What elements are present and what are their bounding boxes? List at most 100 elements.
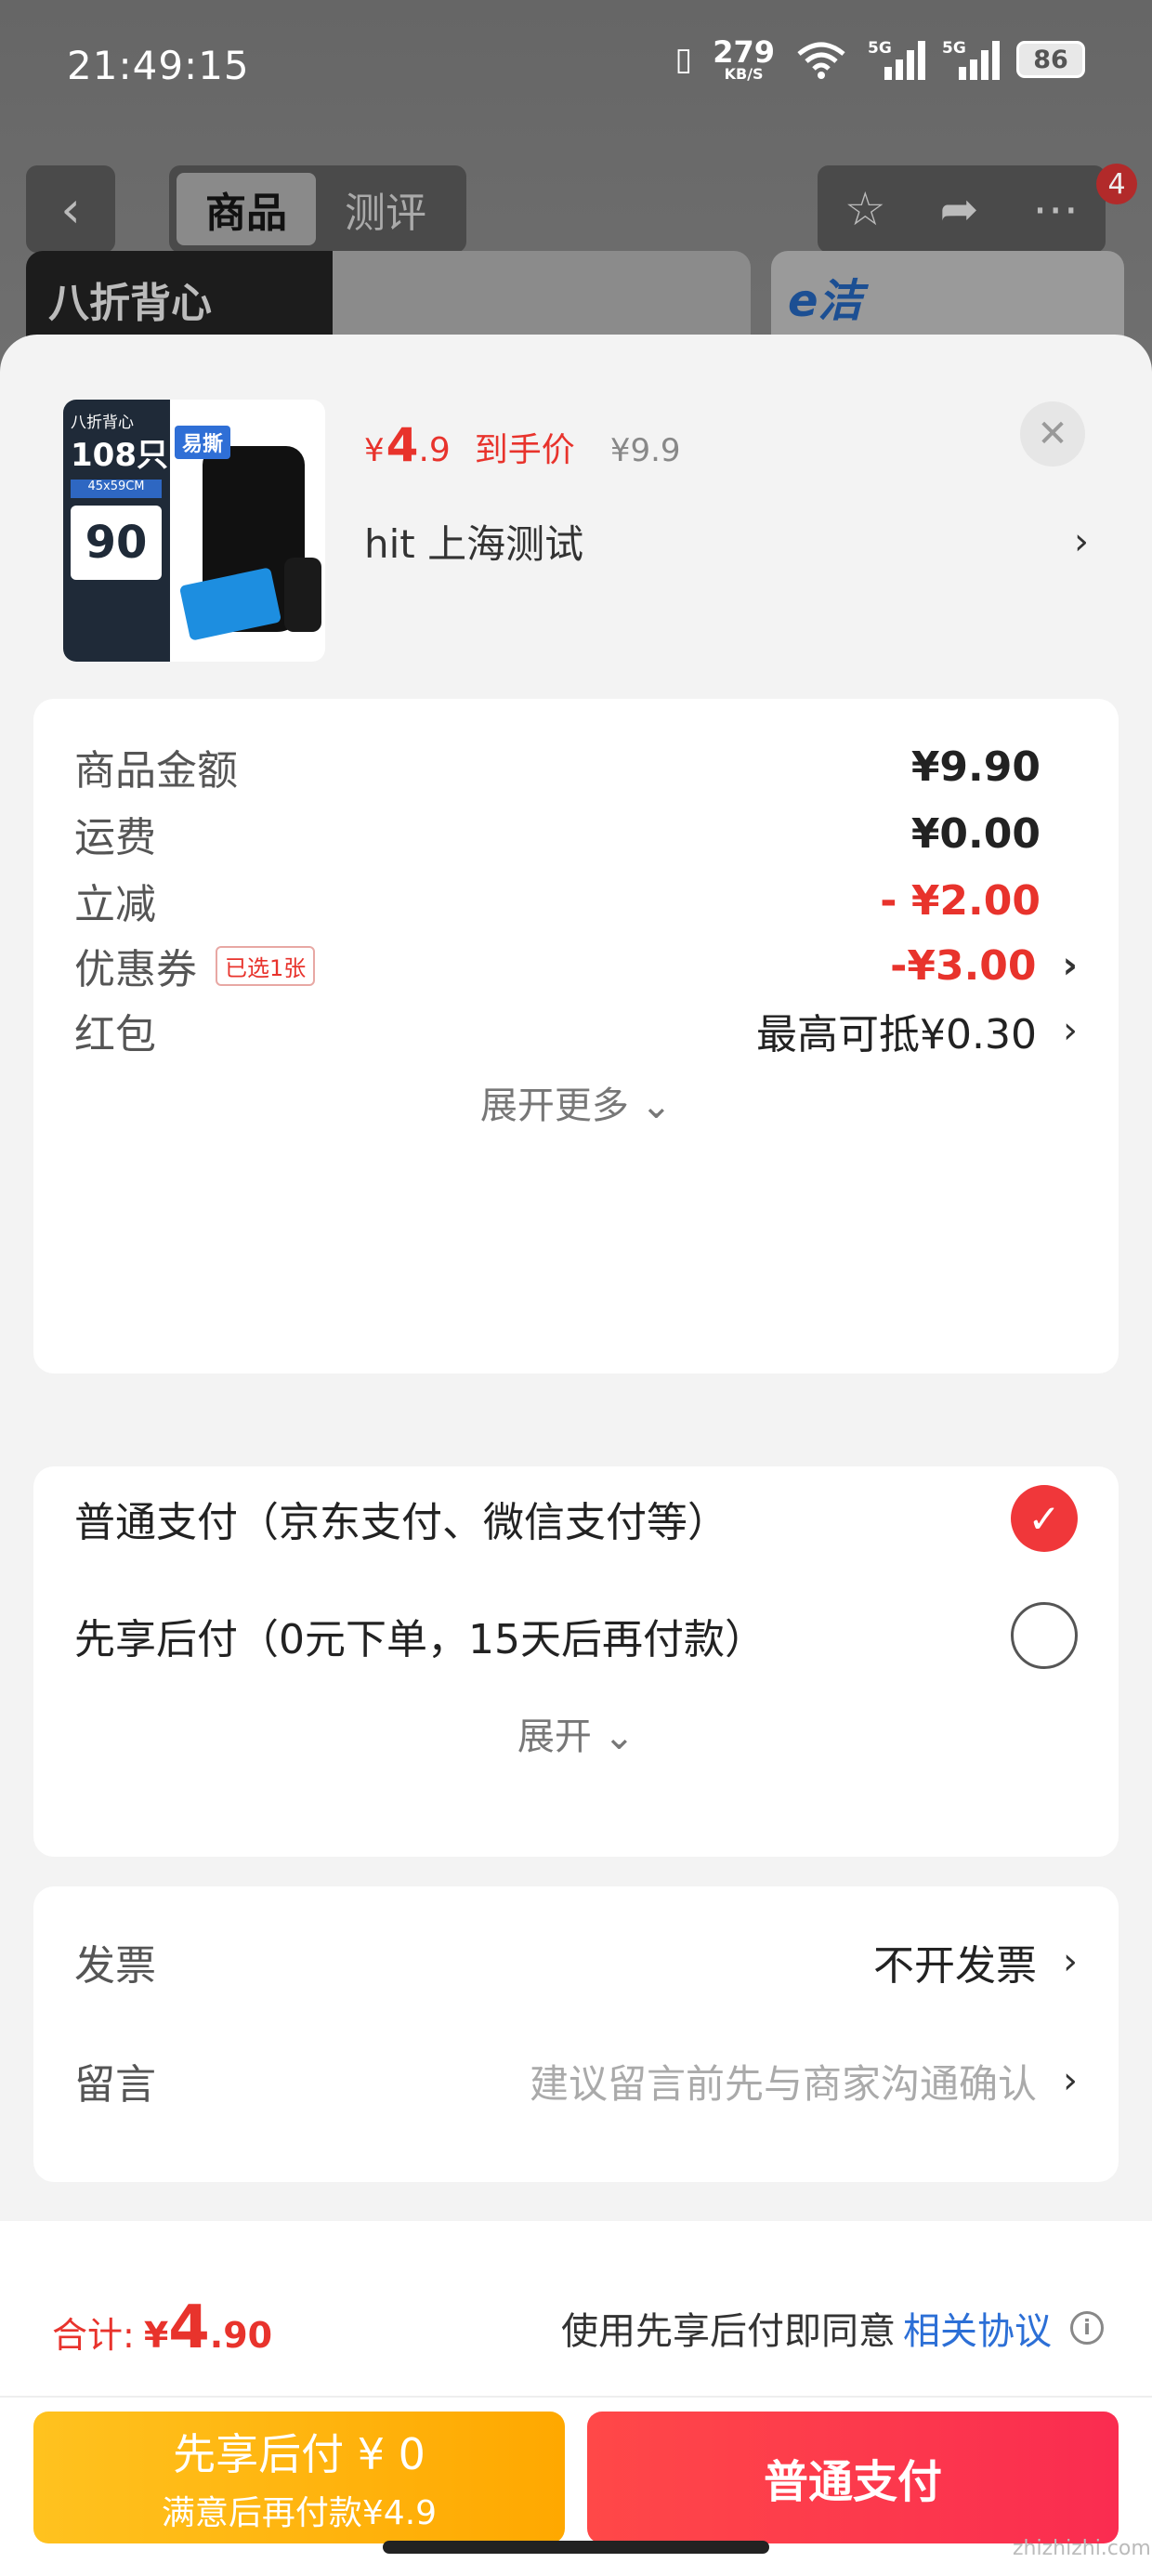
close-icon: ✕ [1037,413,1068,455]
summary-label: 立减 [74,881,156,928]
chevron-right-icon: › [1062,944,1078,987]
message-placeholder: 建议留言前先与商家沟通确认 [529,2060,1037,2107]
more-icon[interactable]: ⋯ [1032,182,1079,236]
pay-later-title: 先享后付 ¥ 0 [173,2429,425,2479]
price-label: 到手价 [474,431,575,469]
status-time: 21:49:15 [67,43,250,88]
invoice-row[interactable]: 发票 不开发票 › [74,1920,1078,2004]
summary-label: 商品金额 [74,747,238,795]
expand-label: 展开更多 [479,1084,629,1127]
summary-value: 最高可抵¥0.30 [756,1011,1037,1058]
total-integer: 4 [168,2293,210,2362]
original-price: ¥9.9 [609,432,681,469]
tab-product[interactable]: 商品 [177,173,316,245]
chevron-down-icon: ⌄ [640,1084,673,1127]
invoice-label: 发票 [74,1942,156,1990]
product-header: 八折背心 108只 45x59CM 90 易撕 ¥ 4 .9 到手价 ¥9.9 … [0,335,1152,688]
signal-tag: 5G [942,39,966,58]
price-currency: ¥ [364,432,385,469]
chevron-down-icon: ⌄ [603,1715,635,1758]
payment-option-label: 先享后付（0元下单，15天后再付款） [74,1616,766,1663]
checkout-sheet: 八折背心 108只 45x59CM 90 易撕 ¥ 4 .9 到手价 ¥9.9 … [0,335,1152,2576]
expand-more-button[interactable]: 展开更多 ⌄ [33,1075,1119,1129]
summary-value: ¥9.90 [910,743,1041,791]
price-decimal: .9 [418,431,451,469]
total-amount: 合计: ¥ 4 .90 [52,2293,272,2362]
close-button[interactable]: ✕ [1020,401,1085,467]
summary-value: - ¥2.00 [880,876,1041,925]
thumb-tag: 易撕 [175,426,231,459]
pay-later-subtitle: 满意后再付款¥4.9 [161,2494,438,2532]
roll-image [284,558,321,632]
wifi-icon [797,42,845,79]
product-banner-right: e洁 [771,251,1124,344]
price-row: ¥ 4 .9 到手价 ¥9.9 [364,418,681,472]
watermark: zhizhizhi.com [1013,2537,1151,2560]
chevron-right-icon: › [1063,1009,1078,1052]
thumb-text: 90 [71,506,162,580]
share-icon[interactable]: ➦ [939,182,978,236]
signal-icon: 5G [868,39,925,80]
checkmark-icon[interactable]: ✓ [1011,1485,1078,1552]
divider [0,2396,1152,2398]
extras-card: 发票 不开发票 › 留言 建议留言前先与商家沟通确认 › [33,1886,1119,2182]
summary-value: ¥0.00 [910,809,1041,858]
price-integer: 4 [386,418,419,472]
battery-icon: 86 [1016,41,1085,78]
thumb-text: 45x59CM [71,480,162,498]
vibrate-icon: ▯ [674,41,693,78]
agreement-text: 使用先享后付即同意 相关协议 i [561,2301,1104,2355]
speed-value: 279 [713,34,775,70]
product-thumbnail: 八折背心 108只 45x59CM 90 易撕 [63,400,325,662]
info-icon[interactable]: i [1070,2311,1104,2345]
speed-unit: KB/S [724,65,764,83]
message-label: 留言 [74,2061,156,2109]
action-group: ☆ ➦ ⋯ [818,165,1106,253]
thumb-text: 108只 [71,437,168,474]
total-decimal: .90 [209,2315,273,2356]
signal-tag: 5G [868,39,892,58]
summary-value: -¥3.00 [890,941,1037,990]
payment-option-normal[interactable]: 普通支付（京东支付、微信支付等） ✓ [74,1485,1078,1552]
summary-label: 红包 [74,1011,156,1058]
chevron-right-icon: › [1063,1940,1078,1983]
expand-label: 展开 [517,1715,592,1758]
signal-icon: 5G [942,39,1000,80]
status-bar: 21:49:15 ▯ 279 KB/S 5G 5G 86 [0,0,1152,139]
summary-label: 优惠券 [74,946,197,993]
expand-payment-button[interactable]: 展开 ⌄ [33,1706,1119,1760]
star-icon[interactable]: ☆ [844,182,886,236]
agreement-label: 使用先享后付即同意 [561,2310,896,2353]
notification-badge: 4 [1096,164,1137,204]
radio-button[interactable] [1011,1602,1078,1669]
banner-text: 八折背心 [48,280,212,327]
chevron-right-icon: › [1063,2059,1078,2102]
network-speed: 279 KB/S [713,37,775,82]
home-indicator[interactable] [383,2541,769,2554]
back-button[interactable]: ‹ [26,165,115,253]
payment-option-label: 普通支付（京东支付、微信支付等） [74,1499,728,1546]
message-row[interactable]: 留言 建议留言前先与商家沟通确认 › [74,2039,1078,2123]
agreement-link[interactable]: 相关协议 [903,2301,1052,2355]
price-summary-card: 商品金额 ¥9.90 运费 ¥0.00 立减 - ¥2.00 优惠券 已选1张 -… [33,699,1119,1373]
tab-group: 商品 测评 [169,165,466,253]
pay-later-button[interactable]: 先享后付 ¥ 0 满意后再付款¥4.9 [33,2412,565,2543]
total-currency: ¥ [143,2315,169,2356]
summary-row-redpacket[interactable]: 红包 最高可抵¥0.30 › [74,989,1078,1072]
coupon-selected-tag: 已选1张 [216,945,316,986]
summary-label: 运费 [74,814,156,861]
normal-pay-button[interactable]: 普通支付 [587,2412,1119,2543]
payment-method-card: 普通支付（京东支付、微信支付等） ✓ 先享后付（0元下单，15天后再付款） 展开… [33,1466,1119,1857]
tab-review[interactable]: 测评 [316,173,455,245]
chevron-right-icon: › [1074,519,1089,563]
product-banner-left: 八折背心 [26,251,751,344]
status-icons: ▯ 279 KB/S 5G 5G 86 [674,37,1085,82]
spec-selector[interactable]: hit 上海测试 › [364,513,1089,570]
chevron-left-icon: ‹ [60,179,81,239]
total-label: 合计: [52,2315,135,2356]
brand-logo: e洁 [788,275,863,327]
invoice-value: 不开发票 [873,1942,1037,1990]
payment-option-later[interactable]: 先享后付（0元下单，15天后再付款） [74,1602,1078,1669]
checkout-footer: 合计: ¥ 4 .90 使用先享后付即同意 相关协议 i 先享后付 ¥ 0 满意… [0,2221,1152,2576]
spec-text: hit 上海测试 [364,521,584,567]
